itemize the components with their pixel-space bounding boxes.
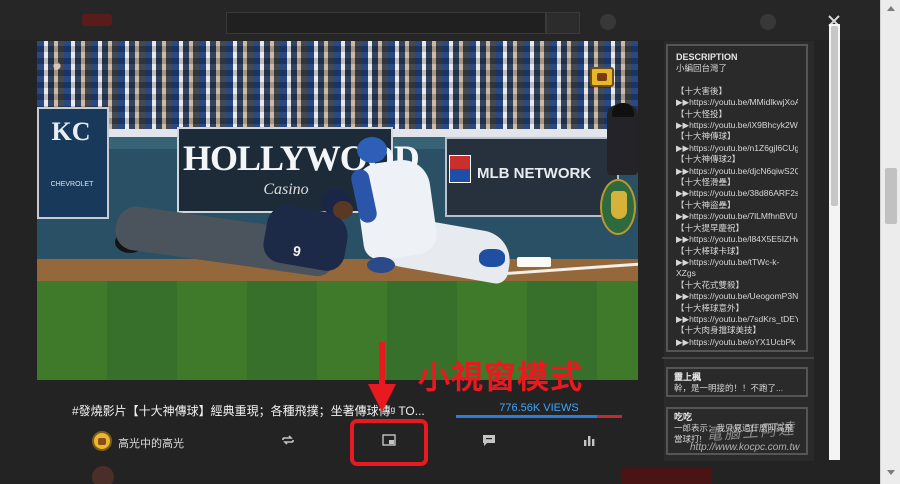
background-logo xyxy=(82,14,112,26)
video-runner-face xyxy=(333,201,353,219)
description-link[interactable]: ▶▶https://youtu.be/l84X5E5IZHw xyxy=(676,234,798,245)
video-umpire-cap xyxy=(612,103,634,117)
video-fielder-shoe xyxy=(479,249,505,267)
annotation-callout: 小視窗模式 xyxy=(418,358,584,396)
scrollbar-thumb[interactable] xyxy=(885,168,897,224)
arrow-shaft xyxy=(379,342,385,386)
panel-divider xyxy=(662,357,814,359)
dislike-bar xyxy=(597,415,622,418)
description-link[interactable]: ▶▶https://youtu.be/MMidlkwjXoA xyxy=(676,97,798,108)
comment-item[interactable]: 靈上楓 幹，是一明接的！！不跑了... xyxy=(666,367,808,397)
description-link[interactable]: ▶▶https://youtu.be/7sdKrs_tDEY xyxy=(676,314,798,325)
description-link[interactable]: XZgs xyxy=(676,268,798,279)
like-dislike-bar xyxy=(456,415,622,418)
description-link[interactable]: ▶▶https://youtu.be/iX9Bhcyk2Ws xyxy=(676,120,798,131)
description-line: 【十大怪投】 xyxy=(676,108,728,119)
like-bar xyxy=(456,415,598,418)
video-fielder-glove xyxy=(367,257,395,273)
description-line xyxy=(676,74,798,85)
window-scrollbar[interactable] xyxy=(880,0,900,484)
background-search-box xyxy=(226,12,546,34)
background-avatar xyxy=(92,466,114,484)
deer-mark xyxy=(611,191,627,219)
background-header-icon xyxy=(760,14,776,30)
video-base xyxy=(517,257,551,267)
video-crowd-shade xyxy=(37,41,638,136)
description-line: 小編回台灣了 xyxy=(676,63,728,73)
description-line: 【十大害後】 xyxy=(676,85,728,96)
channel-name[interactable]: 高光中的高光 xyxy=(118,435,184,451)
scroll-up-icon[interactable] xyxy=(881,2,900,16)
description-link[interactable]: ▶▶https://youtu.be/djcN6qiwS2Q xyxy=(676,166,798,177)
description-line: 【十大神盜壘】 xyxy=(676,199,736,210)
video-mlb-network-text: MLB NETWORK xyxy=(477,165,592,182)
description-line: 【十大神傳球】 xyxy=(676,131,736,142)
description-line: 【十大花式雙殺】 xyxy=(676,279,745,290)
view-count: 776.56K VIEWS xyxy=(499,402,579,414)
arrow-down-icon xyxy=(368,384,396,412)
comment-user: 靈上楓 xyxy=(674,372,702,382)
video-fielder-helmet xyxy=(357,137,387,163)
description-link[interactable]: ▶▶https://youtu.be/38d86ARF2sk xyxy=(676,188,798,199)
highlight-box xyxy=(350,419,428,466)
channel-avatar[interactable] xyxy=(92,431,112,451)
description-line: 【十大肉身擋球美技】 xyxy=(676,325,762,336)
background-header-icon xyxy=(600,14,616,30)
background-search-button xyxy=(546,12,580,34)
comment-icon[interactable] xyxy=(481,432,497,448)
scroll-down-icon[interactable] xyxy=(881,466,900,480)
video-kc-sign-text: KC xyxy=(51,117,91,146)
background-subscribe-button xyxy=(622,468,712,484)
description-link[interactable]: ▶▶https://youtu.be/n1Z6gjl6CUg xyxy=(676,143,798,154)
comment-text: 幹，是一明接的！！不跑了... xyxy=(674,383,784,393)
description-panel: DESCRIPTION 小編回台灣了 【十大害後】 ▶▶https://yout… xyxy=(666,44,808,352)
description-line: 【十大棒球卡球】 xyxy=(676,245,745,256)
description-line: 【十大神傳球2】 xyxy=(676,154,741,165)
watermark-url: http://www.kocpc.com.tw xyxy=(690,442,800,453)
panel-scrollbar-thumb[interactable] xyxy=(831,26,838,206)
description-link[interactable]: ▶▶https://youtu.be/tTWc-k- xyxy=(676,257,798,268)
description-line: 【十大提早慶祝】 xyxy=(676,222,745,233)
screen: KC CHEVROLET HOLLYWOOD Casino MLB NETWOR… xyxy=(0,0,900,484)
bar-chart-icon[interactable] xyxy=(581,432,597,448)
description-heading: DESCRIPTION xyxy=(676,52,738,62)
description-link[interactable]: ▶▶https://youtu.be/oYX1UcbPk xyxy=(676,337,798,348)
description-line: 【十大怪滑壘】 xyxy=(676,177,736,188)
channel-badge-icon xyxy=(590,67,614,87)
video-player[interactable]: KC CHEVROLET HOLLYWOOD Casino MLB NETWOR… xyxy=(37,41,638,380)
description-line: 【十大棒球意外】 xyxy=(676,302,745,313)
repeat-icon[interactable] xyxy=(280,432,296,448)
description-link[interactable]: ▶▶https://youtu.be/UeogomP3NC4 xyxy=(676,291,798,302)
mlb-logo-icon xyxy=(449,155,471,183)
video-kc-sign-subtext: CHEVROLET xyxy=(50,181,94,188)
description-link[interactable]: ▶▶https://youtu.be/7lLMfhnBVU xyxy=(676,211,798,222)
